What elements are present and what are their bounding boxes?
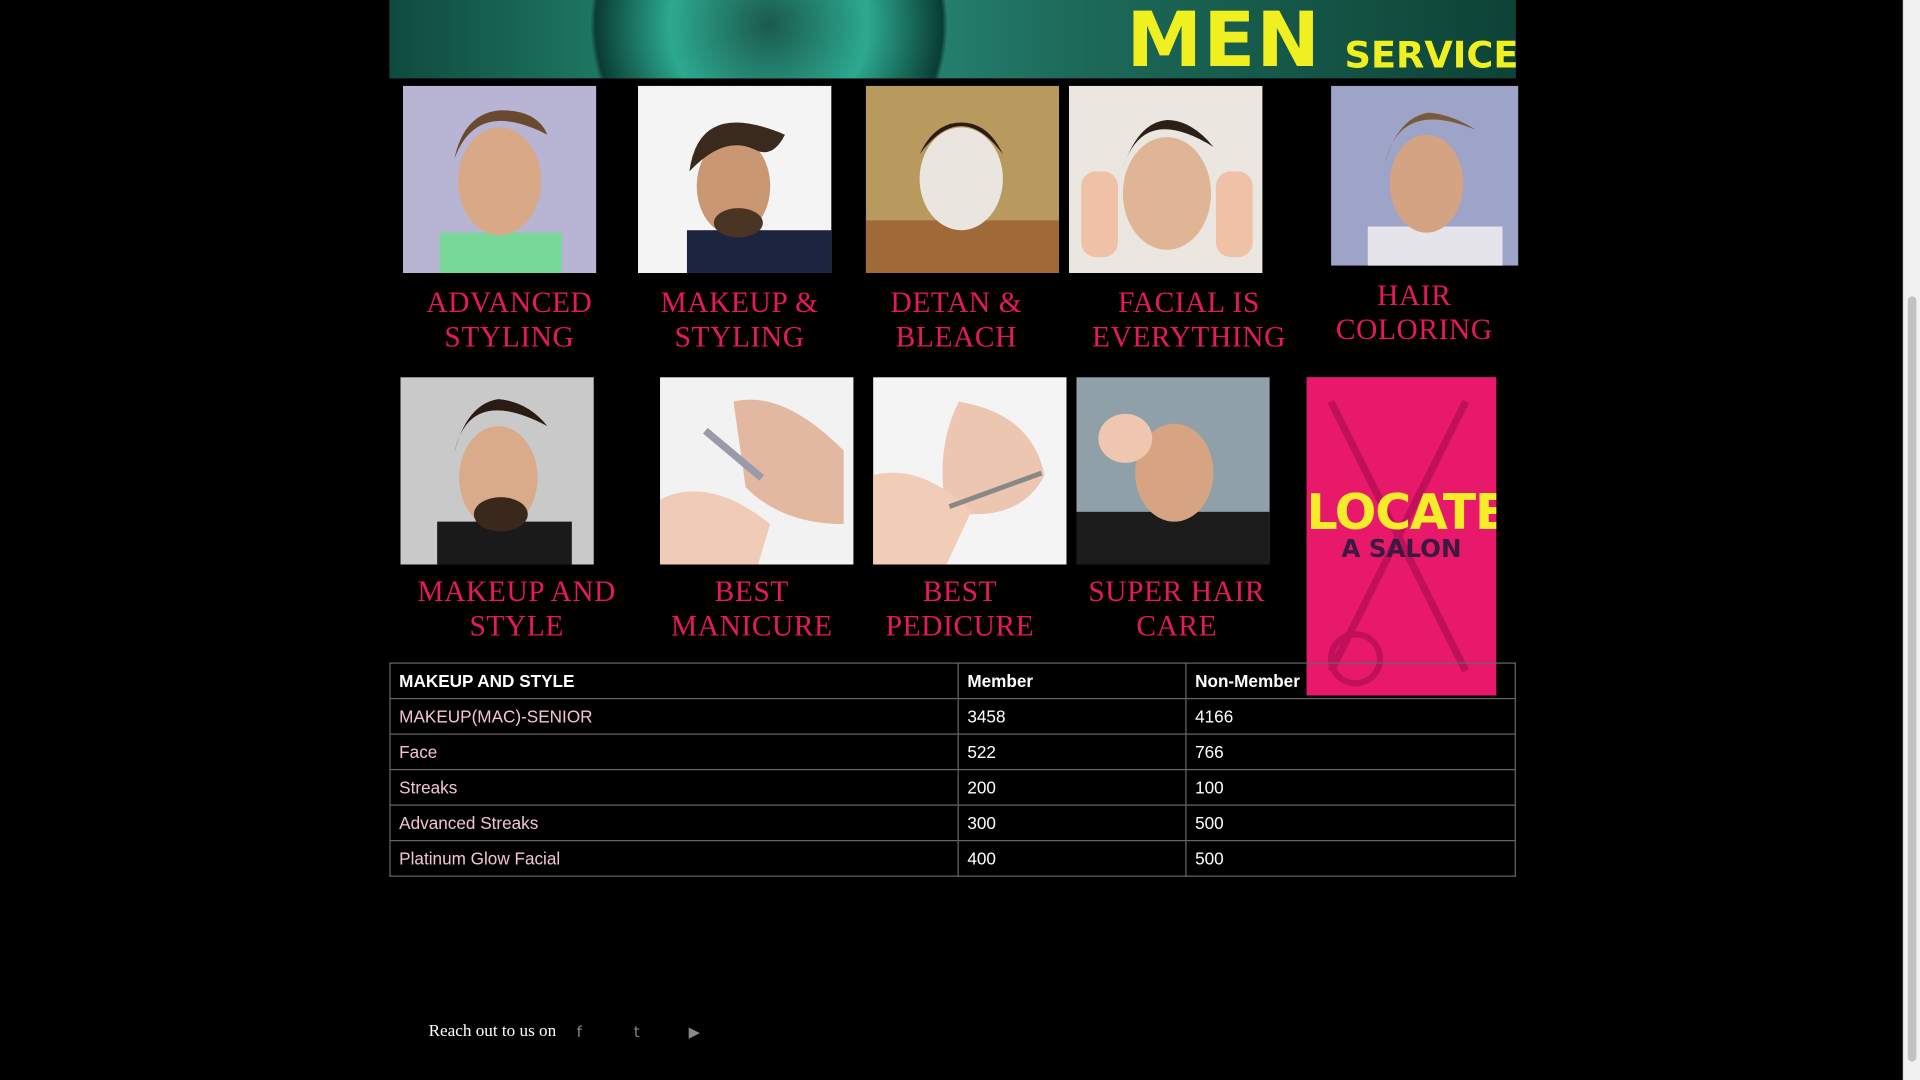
- table-row: Platinum Glow Facial 400 500: [389, 840, 1516, 877]
- member-price: 300: [957, 804, 1187, 842]
- a-salon-text: A SALON: [1341, 533, 1462, 564]
- banner-services-text: SERVICES: [1344, 34, 1516, 78]
- pedicure-image[interactable]: [873, 377, 1067, 565]
- service-name: Face: [389, 733, 959, 771]
- page: MEN SERVICES ADVANCEDSTYLING MAKEUP &STY…: [0, 0, 1905, 1080]
- service-name: Advanced Streaks: [389, 804, 959, 842]
- twitter-icon[interactable]: t: [627, 1022, 647, 1042]
- men-services-banner[interactable]: MEN SERVICES: [389, 0, 1516, 79]
- table-row: Face 522 766: [389, 733, 1516, 771]
- service-name: Streaks: [389, 768, 959, 806]
- table-header-row: MAKEUP AND STYLE Member Non-Member: [389, 662, 1516, 700]
- member-price: 3458: [957, 697, 1187, 735]
- banner-men-text: MEN: [1126, 0, 1322, 79]
- table-row: MAKEUP(MAC)-SENIOR 3458 4166: [389, 697, 1516, 735]
- non-member-price: 500: [1185, 804, 1516, 842]
- member-price: 522: [957, 733, 1187, 771]
- scrollbar-thumb[interactable]: [1907, 296, 1917, 1062]
- non-member-price: 4166: [1185, 697, 1516, 735]
- manicure-image[interactable]: [660, 377, 854, 565]
- makeup-and-style-label[interactable]: MAKEUP AND STYLE: [394, 576, 639, 645]
- pedicure-label[interactable]: BEST PEDICURE: [838, 576, 1083, 645]
- super-hair-care-image[interactable]: [1076, 377, 1270, 565]
- detan-bleach-label[interactable]: DETAN & BLEACH: [836, 287, 1076, 356]
- member-price: 200: [957, 768, 1187, 806]
- non-member-price: 766: [1185, 733, 1516, 771]
- super-hair-care-label[interactable]: SUPER HAIR CARE: [1054, 576, 1299, 645]
- detan-bleach-image[interactable]: [865, 85, 1060, 274]
- non-member-price: 500: [1185, 840, 1516, 877]
- service-name: Platinum Glow Facial: [389, 840, 959, 877]
- col-header-non-member: Non-Member: [1185, 662, 1516, 700]
- advanced-styling-label[interactable]: ADVANCED STYLING: [389, 287, 629, 356]
- col-header-service: MAKEUP AND STYLE: [389, 662, 959, 700]
- non-member-price: 100: [1185, 768, 1516, 806]
- facial-label[interactable]: FACIAL IS EVERYTHING: [1069, 287, 1309, 356]
- locate-salon-banner[interactable]: LOCATE A SALON: [1306, 377, 1497, 696]
- facial-image[interactable]: [1068, 85, 1263, 274]
- price-table: MAKEUP AND STYLE Member Non-Member MAKEU…: [389, 662, 1516, 877]
- facebook-icon[interactable]: f: [569, 1022, 589, 1042]
- service-name: MAKEUP(MAC)-SENIOR: [389, 697, 959, 735]
- table-row: Advanced Streaks 300 500: [389, 804, 1516, 842]
- reach-out-text: Reach out to us on: [428, 1022, 557, 1041]
- vertical-scrollbar[interactable]: [1902, 0, 1920, 1080]
- hair-coloring-image[interactable]: [1331, 85, 1519, 266]
- table-row: Streaks 200 100: [389, 768, 1516, 806]
- makeup-styling-label[interactable]: MAKEUP & STYLING: [620, 287, 860, 356]
- banner-graphic: [536, 0, 1002, 79]
- col-header-member: Member: [957, 662, 1187, 700]
- youtube-icon[interactable]: ▶: [684, 1022, 704, 1042]
- makeup-styling-image[interactable]: [637, 85, 832, 274]
- locate-text: LOCATE: [1306, 484, 1497, 542]
- member-price: 400: [957, 840, 1187, 877]
- advanced-styling-image[interactable]: [402, 85, 597, 274]
- hair-coloring-label[interactable]: HAIR COLORING: [1294, 279, 1534, 348]
- makeup-and-style-image[interactable]: [400, 377, 594, 565]
